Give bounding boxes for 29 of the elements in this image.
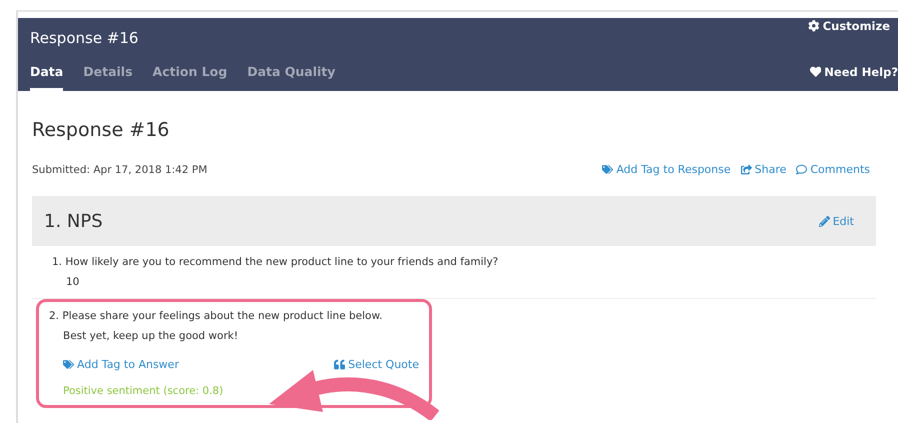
window-title: Response #16 [30,29,140,47]
tab[interactable]: Action Log [152,64,228,91]
answer-text: Best yet, keep up the good work! [63,330,240,342]
sentiment-text: Positive sentiment (score: 0.8) [63,385,224,397]
action-link[interactable]: Share [740,163,786,176]
tags-icon [63,359,74,370]
tab[interactable]: Details [83,64,133,91]
submitted-date: Submitted: Apr 17, 2018 1:42 PM [32,164,208,176]
settings-icon [808,20,820,32]
question-text: 2. Please share your feelings about the new product line below. [49,310,384,322]
action-link[interactable]: Comments [796,163,870,176]
section-title: 1. NPS [44,210,103,232]
pencil-icon [818,216,830,226]
question-text: 1. How likely are you to recommend the new product line to your friends and family? [52,256,500,268]
comment-icon [796,164,808,175]
action-link[interactable]: Add Tag to Response [602,163,731,176]
heart-icon [810,66,822,78]
select-quote-link[interactable]: Select Quote [334,358,419,371]
tab[interactable]: Data Quality [247,64,336,91]
answer-text: 10 [66,276,80,288]
customize-link[interactable]: Customize [808,19,890,33]
quote-icon [334,359,346,370]
tags-icon [602,164,614,175]
share-icon [740,164,752,175]
add-tag-link[interactable]: Add Tag to Answer [63,358,179,371]
help-link[interactable]: Need Help? [810,65,898,79]
edit-link[interactable]: Edit [818,214,854,228]
tab[interactable]: Data [30,64,64,91]
page-title: Response #16 [32,119,170,141]
